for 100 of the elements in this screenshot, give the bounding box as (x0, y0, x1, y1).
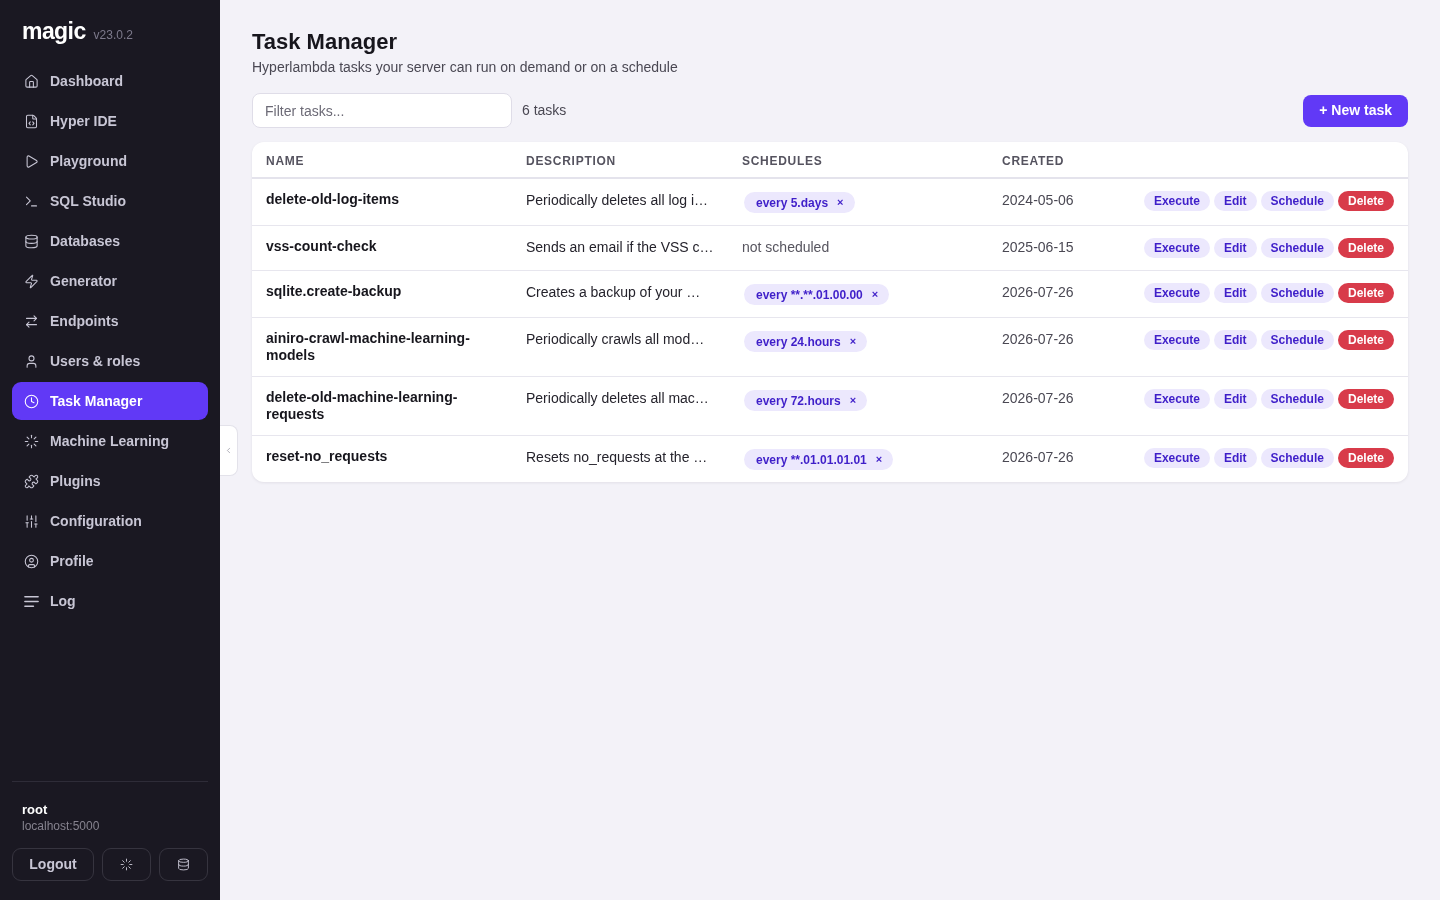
user-circle-icon (24, 553, 39, 569)
task-name: vss-count-check (266, 238, 378, 255)
lines-icon (24, 593, 39, 609)
remove-schedule-button[interactable]: × (846, 395, 860, 406)
nav-item[interactable]: Endpoints (12, 302, 208, 340)
clock-icon (24, 393, 39, 409)
column-header: SCHEDULES (742, 153, 823, 168)
new-task-button[interactable]: + New task (1303, 94, 1408, 127)
action-button[interactable]: Schedule (1260, 191, 1334, 211)
schedule-text: every 72.hours (756, 392, 841, 410)
sliders-icon (24, 513, 39, 529)
action-button[interactable]: Execute (1143, 448, 1210, 468)
arrows-icon (24, 313, 39, 329)
column-header: NAME (266, 153, 305, 168)
created-date: 2026-07-26 (1002, 283, 1075, 302)
nav-item[interactable]: Databases (12, 222, 208, 260)
delete-button[interactable]: Delete (1337, 283, 1394, 303)
column-header: DESCRIPTION (526, 153, 616, 168)
delete-button[interactable]: Delete (1337, 191, 1394, 211)
action-button[interactable]: Execute (1143, 283, 1210, 303)
task-name: ainiro-crawl-machine-learning-models (266, 330, 471, 364)
task-name: delete-old-log-items (266, 191, 400, 208)
terminal-icon (24, 193, 39, 209)
delete-button[interactable]: Delete (1337, 448, 1394, 468)
spinner-icon (120, 858, 133, 871)
action-button[interactable]: Edit (1213, 283, 1257, 303)
delete-button[interactable]: Delete (1337, 330, 1394, 350)
logo: magic (22, 17, 86, 45)
delete-button[interactable]: Delete (1337, 238, 1394, 258)
filter-field[interactable]: Filter tasks... (252, 93, 512, 128)
task-name: sqlite.create-backup (266, 283, 403, 300)
user-name: root (21, 802, 49, 818)
task-description: Periodically deletes all mac… (526, 389, 710, 408)
task-name: delete-old-machine-learning-requests (266, 389, 459, 423)
created-date: 2024-05-06 (1002, 191, 1075, 210)
action-button[interactable]: Edit (1213, 191, 1257, 211)
task-description: Resets no_requests at the … (526, 448, 709, 467)
play-icon (24, 153, 39, 169)
page-title: Task Manager (252, 28, 399, 56)
database-icon (177, 858, 190, 871)
action-button[interactable]: Execute (1143, 238, 1210, 258)
action-button[interactable]: Edit (1213, 448, 1257, 468)
created-date: 2026-07-26 (1002, 330, 1075, 349)
chevron-left-icon (224, 446, 233, 455)
nav-item[interactable]: Configuration (12, 502, 208, 540)
host-text: localhost:5000 (21, 818, 101, 834)
version-text: v23.0.2 (93, 27, 133, 44)
schedule-text: every 24.hours (756, 333, 841, 351)
action-button[interactable]: Schedule (1260, 389, 1334, 409)
page-subtitle: Hyperlambda tasks your server can run on demand or on a schedule (252, 58, 679, 77)
user-icon (24, 353, 39, 369)
remove-schedule-button[interactable]: × (872, 454, 886, 465)
task-description: Sends an email if the VSS c… (526, 238, 714, 257)
nav-item[interactable]: Task Manager (12, 382, 208, 420)
nav-item[interactable]: SQL Studio (12, 182, 208, 220)
house-icon (24, 73, 39, 89)
code-file-icon (24, 113, 39, 129)
task-description: Creates a backup of your … (526, 283, 702, 302)
column-header: CREATED (1002, 153, 1065, 168)
task-name: reset-no_requests (266, 448, 389, 465)
action-button[interactable]: Execute (1143, 389, 1210, 409)
nav-item[interactable]: Machine Learning (12, 422, 208, 460)
remove-schedule-button[interactable]: × (834, 197, 847, 208)
task-description: Periodically crawls all mod… (526, 330, 706, 349)
logout-button[interactable]: Logout (12, 848, 94, 881)
action-button[interactable]: Edit (1213, 389, 1257, 409)
nav-item[interactable]: Hyper IDE (12, 102, 208, 140)
schedule-text: every **.**.01.00.00 (756, 286, 863, 304)
puzzle-icon (24, 473, 39, 489)
delete-button[interactable]: Delete (1337, 389, 1394, 409)
action-button[interactable]: Execute (1143, 330, 1210, 350)
action-button[interactable]: Schedule (1260, 238, 1334, 258)
action-button[interactable]: Schedule (1260, 448, 1334, 468)
lightning-icon (24, 273, 39, 289)
action-button[interactable]: Edit (1213, 238, 1257, 258)
task-count: 6 tasks (522, 101, 567, 120)
collapse-sidebar-handle[interactable] (220, 425, 238, 476)
nav-item[interactable]: Dashboard (12, 62, 208, 100)
remove-schedule-button[interactable]: × (868, 289, 882, 300)
action-button[interactable]: Schedule (1260, 330, 1334, 350)
nav-item[interactable]: Generator (12, 262, 208, 300)
created-date: 2025-06-15 (1002, 238, 1075, 257)
schedule-status: not scheduled (742, 238, 831, 257)
nav-item[interactable]: Users & roles (12, 342, 208, 380)
spinner-icon (24, 433, 39, 449)
schedule-text: every 5.days (756, 194, 829, 212)
nav-item[interactable]: Profile (12, 542, 208, 580)
action-button[interactable]: Edit (1213, 330, 1257, 350)
created-date: 2026-07-26 (1002, 389, 1075, 408)
nav-item[interactable]: Playground (12, 142, 208, 180)
database-icon (24, 233, 39, 249)
nav-item[interactable]: Plugins (12, 462, 208, 500)
action-button[interactable]: Execute (1143, 191, 1210, 211)
database-button[interactable] (159, 848, 208, 881)
remove-schedule-button[interactable]: × (846, 336, 860, 347)
action-button[interactable]: Schedule (1260, 283, 1334, 303)
spinner-button[interactable] (102, 848, 151, 881)
nav-item[interactable]: Log (12, 582, 208, 620)
task-description: Periodically deletes all log i… (526, 191, 710, 210)
schedule-text: every **.01.01.01.01 (756, 451, 867, 469)
